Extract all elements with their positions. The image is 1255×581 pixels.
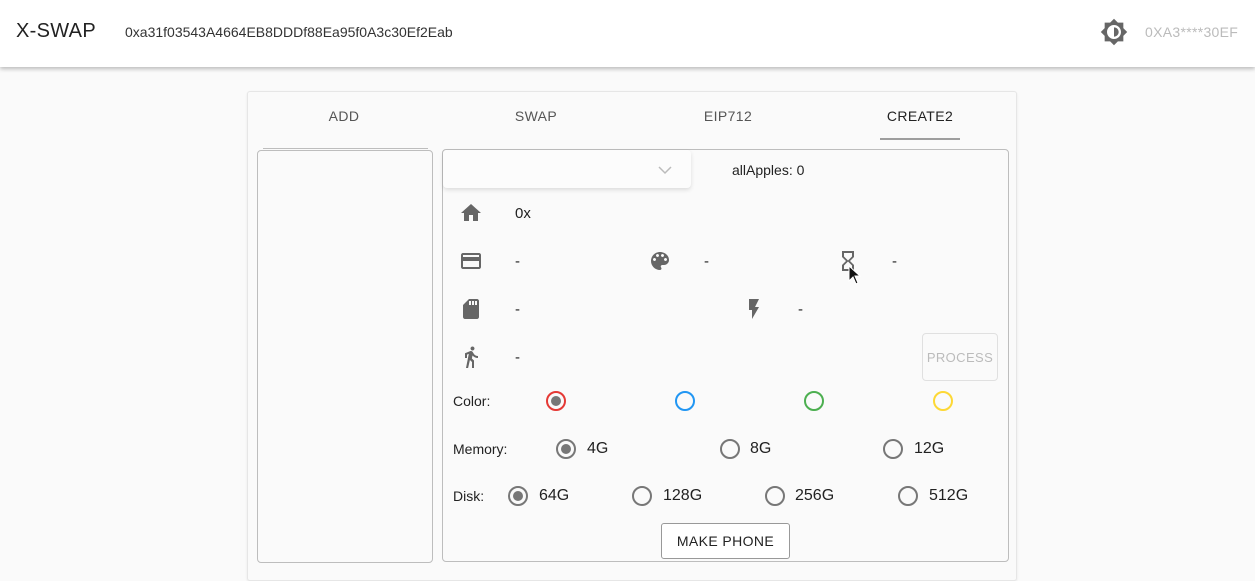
color-label: Color: xyxy=(453,393,491,409)
disk-option-64g: 64G xyxy=(539,487,570,504)
disk-option-512g: 512G xyxy=(929,487,969,504)
disk-option-128g: 128G xyxy=(663,487,703,504)
make-phone-button[interactable]: MAKE PHONE xyxy=(661,523,790,559)
disk-radio-128g[interactable] xyxy=(632,486,652,506)
memory-radio-8g[interactable] xyxy=(720,439,740,459)
person-icon xyxy=(459,345,483,369)
home-icon xyxy=(459,201,483,225)
sd-card-icon xyxy=(459,297,483,321)
active-tab-indicator xyxy=(880,138,960,140)
left-panel xyxy=(257,150,433,563)
all-apples-count: allApples: 0 xyxy=(732,162,805,178)
disk-radio-256g[interactable] xyxy=(765,486,785,506)
memory-radio-12g[interactable] xyxy=(883,439,903,459)
brightness-icon[interactable] xyxy=(1100,18,1128,46)
contract-address: 0xa31f03543A4664EB8DDDf88Ea95f0A3c30Ef2E… xyxy=(125,24,453,40)
tab-divider xyxy=(263,148,428,149)
memory-label: Memory: xyxy=(453,441,508,457)
memory-option-8g: 8G xyxy=(750,440,772,457)
flash-value: - xyxy=(798,301,803,318)
app-title: X-SWAP xyxy=(16,20,96,42)
phone-form-panel: allApples: 0 0x - - - - - - PROCESS Colo… xyxy=(442,149,1009,562)
disk-radio-512g[interactable] xyxy=(898,486,918,506)
memory-radio-4g[interactable] xyxy=(556,439,576,459)
apple-select[interactable] xyxy=(443,150,691,188)
storage-value: - xyxy=(515,301,520,318)
person-value: - xyxy=(515,349,520,366)
color-radio-green[interactable] xyxy=(804,391,824,411)
hourglass-value: - xyxy=(892,253,897,270)
color-radio-blue[interactable] xyxy=(675,391,695,411)
tab-add[interactable]: ADD xyxy=(264,92,424,140)
address-value: 0x xyxy=(515,205,531,222)
chevron-down-icon xyxy=(658,162,672,180)
disk-label: Disk: xyxy=(453,488,485,504)
main-card: ADD SWAP EIP712 CREATE2 allApples: 0 0x … xyxy=(247,91,1017,581)
memory-option-4g: 4G xyxy=(587,440,609,457)
tab-create2[interactable]: CREATE2 xyxy=(840,92,1000,140)
flash-icon xyxy=(742,297,766,321)
palette-value: - xyxy=(704,253,709,270)
card-value: - xyxy=(515,253,520,270)
app-bar: X-SWAP 0xa31f03543A4664EB8DDDf88Ea95f0A3… xyxy=(0,0,1255,67)
disk-radio-64g[interactable] xyxy=(508,486,528,506)
color-radio-red[interactable] xyxy=(546,391,566,411)
memory-option-12g: 12G xyxy=(914,440,945,457)
color-radio-yellow[interactable] xyxy=(933,391,953,411)
credit-card-icon xyxy=(459,249,483,273)
disk-option-256g: 256G xyxy=(795,487,835,504)
account-button[interactable]: 0XA3****30EF xyxy=(1145,24,1238,40)
tab-eip712[interactable]: EIP712 xyxy=(648,92,808,140)
tab-swap[interactable]: SWAP xyxy=(456,92,616,140)
process-button[interactable]: PROCESS xyxy=(922,333,998,381)
palette-icon xyxy=(648,249,672,273)
mouse-cursor-icon xyxy=(848,264,862,290)
